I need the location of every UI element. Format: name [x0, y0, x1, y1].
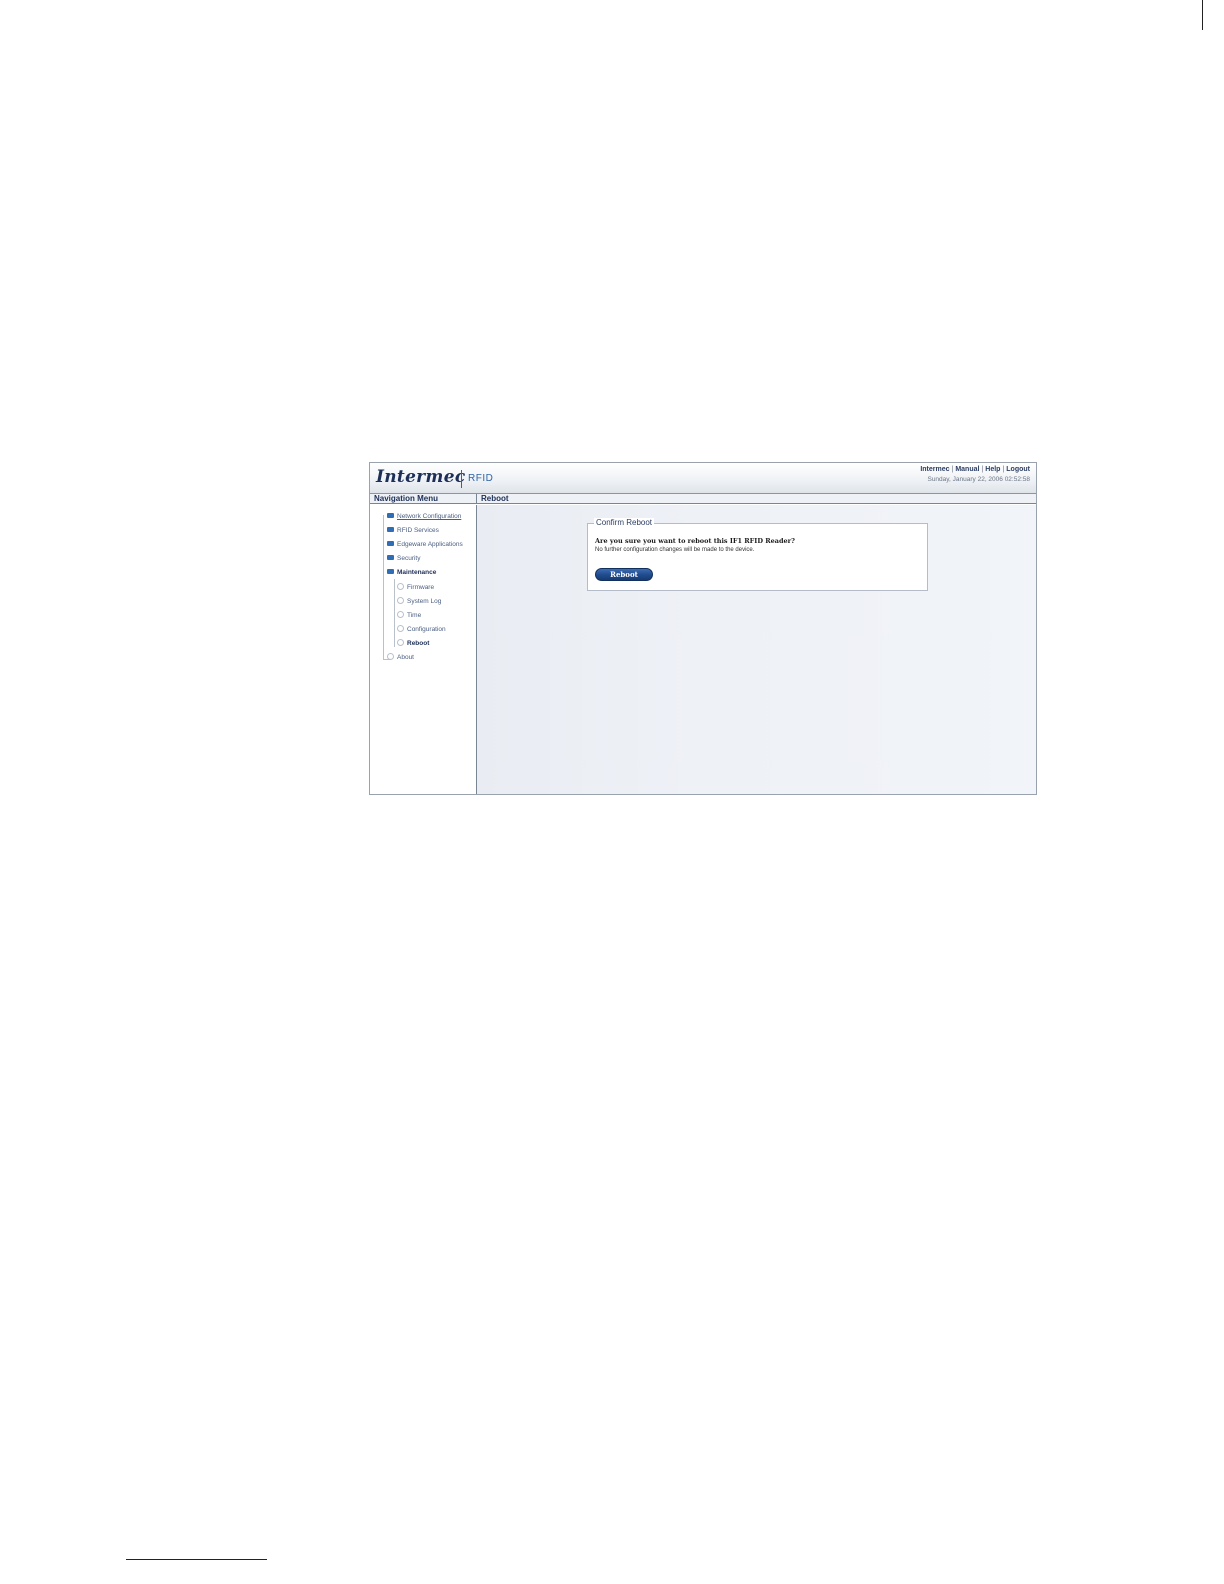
folder-open-icon [387, 569, 394, 574]
panel-legend: Confirm Reboot [594, 518, 655, 527]
page-icon [397, 583, 404, 590]
nav-item-label: Reboot [407, 640, 430, 647]
product-name: RFID [468, 473, 494, 484]
nav-item-label: Firmware [407, 584, 435, 591]
link-logout[interactable]: Logout [1006, 466, 1030, 473]
browser-screenshot: Intermec RFID Intermec | Manual | Help | Logou… [369, 462, 1037, 795]
nav-item-security[interactable]: Security [387, 555, 420, 563]
tree-line [383, 515, 384, 659]
page-icon [397, 625, 404, 632]
folder-icon [387, 555, 394, 560]
nav-item-network-configuration[interactable]: Network Configuration [387, 513, 461, 521]
nav-item-label: Network Configuration [397, 513, 462, 520]
nav-item-reboot[interactable]: Reboot [397, 639, 429, 648]
main-content: Confirm Reboot Are you sure you want to … [477, 505, 1036, 794]
confirm-note: No further configuration changes will be… [595, 547, 755, 553]
nav-item-label: Security [397, 555, 421, 562]
nav-item-label: RFID Services [397, 527, 439, 534]
nav-item-label: About [397, 654, 414, 661]
nav-item-label: Configuration [407, 626, 446, 633]
logo-divider [461, 470, 462, 488]
nav-item-edgeware-applications[interactable]: Edgeware Applications [387, 541, 463, 549]
page-icon [387, 653, 394, 660]
reboot-button[interactable]: Reboot [595, 568, 653, 581]
footnote-rule [126, 1559, 267, 1560]
page-title: Reboot [477, 494, 1036, 504]
nav-item-rfid-services[interactable]: RFID Services [387, 527, 439, 535]
link-help[interactable]: Help [985, 466, 1000, 473]
nav-item-system-log[interactable]: System Log [397, 597, 441, 606]
document-page: Intermec RFID Intermec | Manual | Help | Logou… [0, 0, 1224, 1584]
nav-item-label: Time [407, 612, 422, 619]
link-manual[interactable]: Manual [955, 466, 979, 473]
nav-item-maintenance[interactable]: Maintenance [387, 569, 436, 577]
navigation-menu: Network Configuration RFID Services Edge… [370, 505, 477, 794]
app-header: Intermec RFID Intermec | Manual | Help | Logou… [370, 463, 1036, 494]
tree-line [394, 579, 395, 647]
nav-item-firmware[interactable]: Firmware [397, 583, 434, 592]
nav-item-configuration[interactable]: Configuration [397, 625, 446, 634]
page-icon [397, 597, 404, 604]
nav-item-time[interactable]: Time [397, 611, 421, 620]
page-edge-line [1202, 0, 1203, 30]
page-icon [397, 611, 404, 618]
link-intermec[interactable]: Intermec [920, 466, 949, 473]
nav-menu-title: Navigation Menu [370, 494, 477, 504]
intermec-logo: Intermec [376, 467, 466, 487]
top-links: Intermec | Manual | Help | Logout [920, 466, 1030, 473]
current-datetime: Sunday, January 22, 2006 02:52:58 [927, 476, 1030, 483]
nav-item-about[interactable]: About [387, 653, 414, 662]
folder-icon [387, 541, 394, 546]
folder-icon [387, 513, 394, 518]
confirm-question: Are you sure you want to reboot this IF1… [595, 537, 795, 545]
folder-icon [387, 527, 394, 532]
page-icon [397, 639, 404, 646]
confirm-reboot-panel: Confirm Reboot Are you sure you want to … [587, 518, 928, 591]
nav-item-label: Edgeware Applications [397, 541, 463, 548]
nav-item-label: Maintenance [397, 569, 437, 576]
nav-item-label: System Log [407, 598, 442, 605]
